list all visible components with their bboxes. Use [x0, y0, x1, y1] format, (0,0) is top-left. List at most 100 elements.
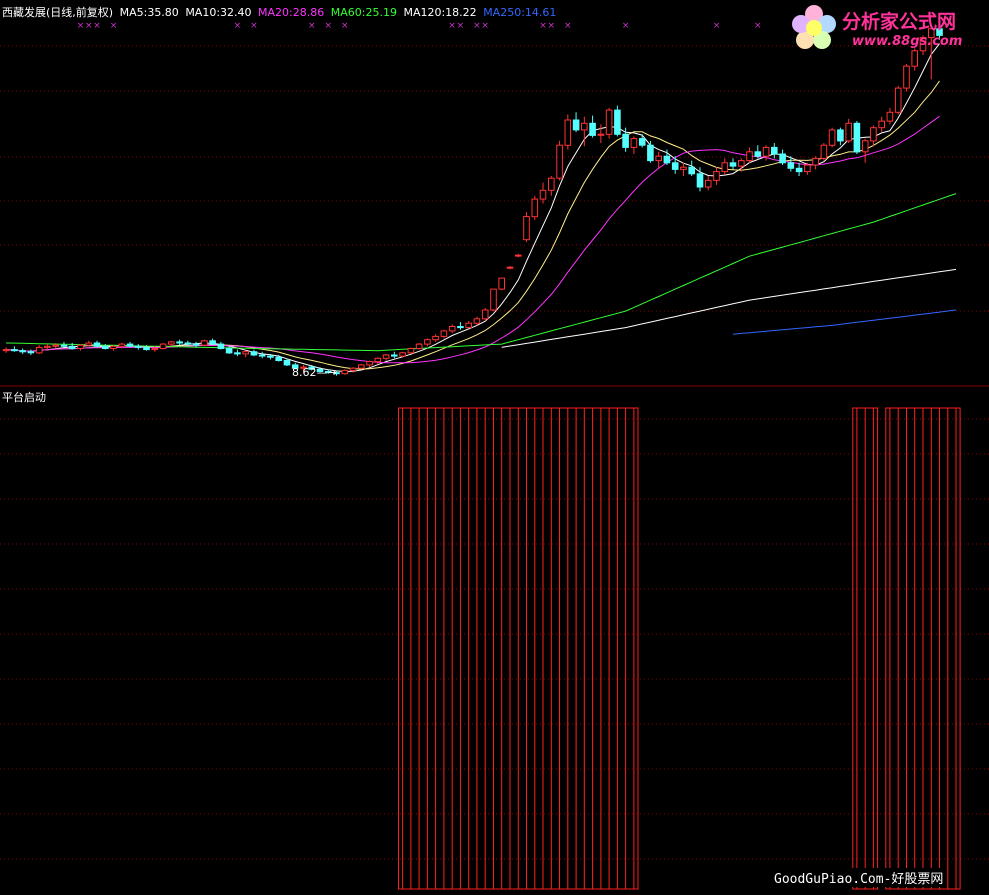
candle-down — [729, 162, 737, 167]
signal-marker: × — [564, 21, 572, 31]
candle-up — [878, 120, 886, 129]
candle-up — [886, 111, 894, 122]
candle-up — [399, 352, 406, 357]
ma-line-ma120 — [501, 268, 957, 348]
candle-down — [234, 352, 241, 355]
signal-marker: × — [754, 21, 762, 31]
candle-up — [680, 166, 687, 170]
candle-up — [118, 343, 126, 347]
candle-down — [754, 151, 762, 157]
candle-down — [126, 343, 134, 347]
candle-up — [762, 146, 770, 157]
logo-title: 分析家公式网 — [842, 11, 957, 33]
candle-up — [506, 266, 514, 269]
candle-up — [151, 348, 159, 351]
candle-down — [853, 122, 861, 153]
candle-up — [159, 343, 167, 350]
signal-marker: × — [473, 21, 481, 31]
candle-up — [894, 87, 902, 113]
candle-up — [523, 216, 530, 241]
ma-line-ma20 — [6, 115, 940, 364]
ma-line-ma250 — [732, 309, 957, 335]
logo-url: www.88gs.com — [852, 34, 963, 49]
candle-down — [250, 351, 258, 356]
candle-down — [68, 345, 76, 349]
candle-down — [614, 109, 621, 135]
candle-down — [93, 342, 101, 347]
candle-down — [143, 346, 150, 351]
candle-up — [738, 160, 745, 167]
flower-logo-icon — [790, 4, 838, 52]
low-price-label: 8.62—→ — [292, 366, 337, 379]
indicator-title: 平台启动 — [2, 391, 46, 404]
candle-down — [192, 343, 200, 346]
candle-down — [671, 162, 679, 170]
candle-up — [407, 348, 415, 354]
ma120-label: MA120:18.22 — [403, 6, 477, 19]
candle-up — [820, 144, 828, 159]
candle-down — [217, 343, 225, 350]
candle-up — [515, 254, 522, 257]
candle-up — [812, 157, 819, 166]
candle-down — [283, 360, 291, 366]
candle-down — [795, 167, 803, 173]
candle-up — [440, 330, 448, 337]
chart-window: × × × × × × × × × × × × × × × × × × × 西藏发展(日线,前复权) MA5:35.… — [0, 0, 989, 895]
signal-marker: × — [308, 21, 316, 31]
signal-marker: × — [481, 21, 489, 31]
signal-marker: × — [77, 21, 85, 31]
candle-up — [556, 144, 563, 179]
candle-up — [804, 164, 811, 173]
candle-down — [638, 138, 646, 146]
candle-down — [176, 341, 183, 344]
candle-down — [391, 354, 398, 357]
signal-marker: × — [713, 21, 721, 31]
stock-title: 西藏发展(日线,前复权) — [2, 6, 114, 19]
signal-marker: × — [622, 21, 630, 31]
candle-up — [597, 133, 605, 136]
candle-up — [490, 288, 497, 311]
candle-up — [168, 341, 175, 345]
candle-down — [225, 348, 233, 354]
candle-down — [102, 345, 109, 349]
candle-down — [184, 342, 192, 345]
ma5-label: MA5:35.80 — [119, 6, 179, 19]
footer-watermark: GoodGuPiao.Com-好股票网 — [772, 868, 946, 887]
candle-up — [845, 122, 853, 142]
signal-marker: × — [341, 21, 349, 31]
candle-down — [60, 344, 68, 347]
candle-up — [903, 65, 910, 89]
candle-up — [110, 345, 117, 349]
candle-up — [52, 344, 60, 347]
signal-marker: × — [324, 21, 332, 31]
candle-up — [35, 346, 43, 354]
candle-up — [721, 162, 729, 173]
candle-down — [135, 345, 142, 348]
signal-marker: × — [93, 21, 101, 31]
candle-up — [548, 177, 555, 191]
candle-up — [465, 322, 472, 329]
candle-up — [415, 343, 423, 350]
candle-down — [457, 326, 464, 329]
candle-up — [77, 344, 84, 350]
signal-marker: × — [110, 21, 118, 31]
candle-up — [713, 171, 720, 181]
candle-up — [828, 129, 836, 146]
candle-up — [448, 326, 456, 332]
candle-up — [374, 357, 382, 363]
ma10-label: MA10:32.40 — [185, 6, 252, 19]
signal-marker: × — [85, 21, 93, 31]
signal-marker: × — [250, 21, 258, 31]
candle-up — [358, 364, 365, 369]
candle-up — [655, 155, 663, 162]
signal-marker: × — [457, 21, 465, 31]
candle-up — [498, 277, 505, 290]
candle-up — [242, 351, 249, 355]
candle-up — [581, 122, 588, 131]
ma-line-ma10 — [6, 80, 940, 370]
ma-line-ma5 — [6, 43, 940, 373]
chart-canvas[interactable]: × × × × × × × × × × × × × × × × × × × — [0, 0, 989, 895]
candle-up — [704, 179, 712, 188]
candle-down — [258, 354, 266, 357]
signal-marker: × — [448, 21, 456, 31]
